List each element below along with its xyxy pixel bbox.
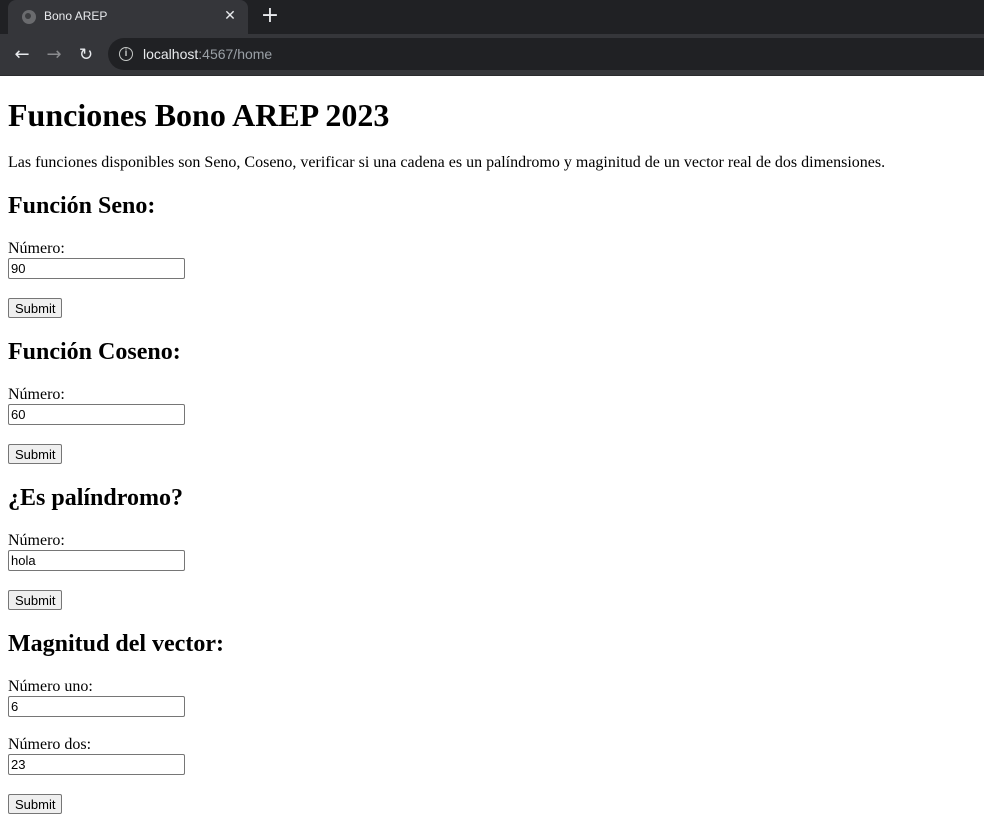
url-host: localhost: [143, 46, 199, 62]
new-tab-icon[interactable]: +: [258, 4, 282, 28]
coseno-number-input[interactable]: [8, 404, 185, 425]
seno-heading: Función Seno:: [8, 193, 156, 219]
seno-form: Función Seno: Número: Submit: [8, 192, 976, 318]
seno-number-label: Número:: [8, 240, 65, 257]
page-title: Funciones Bono AREP 2023: [8, 97, 390, 133]
site-info-icon[interactable]: i: [119, 47, 133, 61]
coseno-submit-button[interactable]: Submit: [8, 444, 63, 464]
seno-field: Número:: [8, 240, 976, 279]
palindromo-submit-button[interactable]: Submit: [8, 590, 63, 610]
palindromo-field: Número:: [8, 532, 976, 571]
coseno-number-label: Número:: [8, 386, 65, 403]
palindromo-input[interactable]: [8, 550, 185, 571]
address-bar[interactable]: i localhost:4567/home: [108, 38, 984, 70]
seno-submit-button[interactable]: Submit: [8, 298, 63, 318]
url-text: localhost:4567/home: [143, 46, 272, 62]
magnitud-field-one: Número uno:: [8, 678, 976, 717]
magnitud-number-one-input[interactable]: [8, 696, 185, 717]
magnitud-form: Magnitud del vector: Número uno: Número …: [8, 630, 976, 814]
browser-toolbar: ← → ↻ i localhost:4567/home: [0, 34, 984, 76]
magnitud-number-two-input[interactable]: [8, 754, 185, 775]
palindromo-label: Número:: [8, 532, 65, 549]
magnitud-number-two-label: Número dos:: [8, 736, 92, 753]
tab-title: Bono AREP: [44, 9, 108, 23]
intro-text: Las funciones disponibles son Seno, Cose…: [8, 154, 886, 171]
magnitud-number-one-label: Número uno:: [8, 678, 93, 695]
url-path: :4567/home: [198, 46, 273, 62]
coseno-heading: Función Coseno:: [8, 339, 181, 365]
magnitud-submit-button[interactable]: Submit: [8, 794, 63, 814]
magnitud-field-two: Número dos:: [8, 736, 976, 775]
reload-icon[interactable]: ↻: [74, 43, 98, 67]
magnitud-heading: Magnitud del vector:: [8, 631, 224, 657]
palindromo-form: ¿Es palíndromo? Número: Submit: [8, 484, 976, 610]
palindromo-heading: ¿Es palíndromo?: [8, 485, 183, 511]
tab-strip: Bono AREP ✕ +: [0, 0, 984, 34]
coseno-form: Función Coseno: Número: Submit: [8, 338, 976, 464]
globe-icon: [22, 10, 36, 24]
forward-arrow-icon[interactable]: →: [42, 43, 66, 67]
coseno-field: Número:: [8, 386, 976, 425]
seno-number-input[interactable]: [8, 258, 185, 279]
close-tab-icon[interactable]: ✕: [220, 6, 240, 26]
back-arrow-icon[interactable]: ←: [10, 43, 34, 67]
page-content: Funciones Bono AREP 2023 Las funciones d…: [0, 97, 984, 814]
browser-tab[interactable]: Bono AREP ✕: [8, 0, 248, 34]
